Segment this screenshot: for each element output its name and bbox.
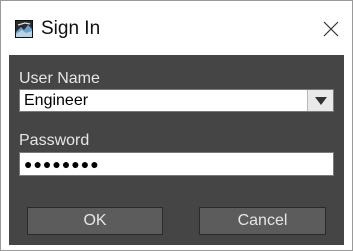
user-name-dropdown-button[interactable] xyxy=(307,90,333,111)
close-icon xyxy=(323,21,339,37)
sign-in-form: User Name Engineer Password ●●●●●●●● OK … xyxy=(9,55,344,245)
chevron-down-icon xyxy=(314,92,327,110)
cancel-button[interactable]: Cancel xyxy=(199,207,326,235)
ok-button[interactable]: OK xyxy=(27,207,163,235)
sign-in-dialog: Sign In User Name Engineer Password ●●●●… xyxy=(0,0,353,251)
window-title: Sign In xyxy=(41,18,101,39)
app-logo-icon xyxy=(15,20,33,38)
user-name-value: Engineer xyxy=(24,92,89,109)
close-button[interactable] xyxy=(310,9,352,49)
password-label: Password xyxy=(19,132,90,149)
user-name-label: User Name xyxy=(19,70,100,87)
password-field[interactable]: ●●●●●●●● xyxy=(19,152,334,176)
title-bar: Sign In xyxy=(1,1,352,55)
user-name-combobox[interactable]: Engineer xyxy=(19,89,334,112)
password-masked-value: ●●●●●●●● xyxy=(24,156,100,172)
